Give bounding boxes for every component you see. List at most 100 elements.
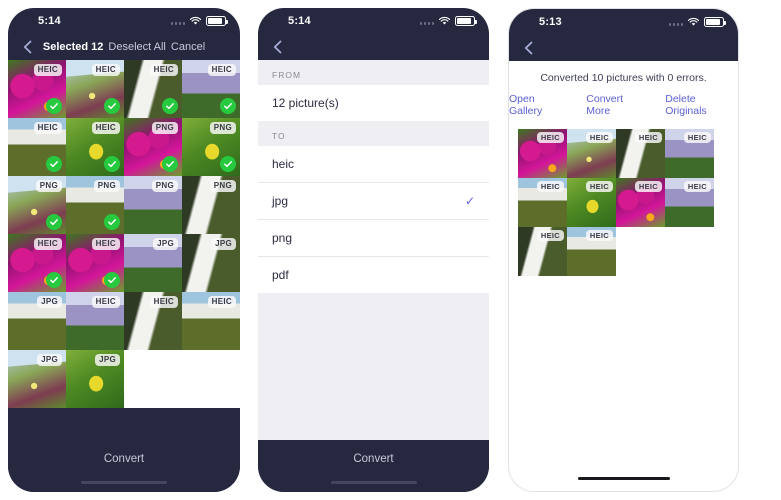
- photo-cell[interactable]: HEIC: [665, 178, 714, 227]
- status-bar-2: 5:14: [258, 8, 489, 34]
- from-value-label: 12 picture(s): [272, 96, 339, 110]
- status-indicators: [668, 17, 726, 27]
- photo-cell[interactable]: HEIC: [8, 60, 66, 118]
- action-delete-originals[interactable]: Delete Originals: [665, 93, 738, 117]
- home-indicator: [330, 480, 417, 484]
- cancel-button[interactable]: Cancel: [171, 41, 205, 53]
- photo-cell[interactable]: HEIC: [182, 60, 240, 118]
- nav-bar-1: Selected 12 Deselect All Cancel: [8, 34, 240, 60]
- photo-format-badge: HEIC: [33, 122, 62, 134]
- format-option-heic[interactable]: heic: [258, 146, 489, 183]
- nav-bar-3: [509, 35, 738, 61]
- photo-cell[interactable]: PNG: [182, 118, 240, 176]
- photo-grid-wrap-1: HEIC HEIC HEIC HEIC HEIC HEIC PNG PNG PNG PNG PNG P…: [8, 60, 240, 408]
- photo-format-badge: JPG: [37, 354, 62, 366]
- photo-cell[interactable]: HEIC: [66, 234, 124, 292]
- battery-icon: [206, 16, 228, 26]
- chevron-left-icon[interactable]: [270, 39, 286, 55]
- photo-format-badge: HEIC: [536, 181, 564, 193]
- battery-icon: [704, 17, 726, 27]
- convert-button[interactable]: Convert: [104, 453, 144, 465]
- photo-cell[interactable]: HEIC: [124, 60, 182, 118]
- wifi-icon: [189, 16, 202, 25]
- photo-cell[interactable]: HEIC: [567, 227, 616, 276]
- photo-cell[interactable]: HEIC: [665, 129, 714, 178]
- photo-format-badge: PNG: [209, 122, 236, 134]
- photo-cell[interactable]: HEIC: [8, 234, 66, 292]
- home-indicator: [81, 480, 167, 484]
- photo-format-badge: HEIC: [91, 122, 120, 134]
- phone-screen-format-picker: 5:14 FROM 12 picture(s) TO heic jpg ✓ pn…: [258, 8, 489, 492]
- photo-cell[interactable]: PNG: [66, 176, 124, 234]
- photo-cell[interactable]: HEIC: [182, 292, 240, 350]
- photo-cell[interactable]: JPG: [8, 292, 66, 350]
- photo-format-badge: HEIC: [33, 238, 62, 250]
- photo-format-badge: JPG: [211, 238, 236, 250]
- photo-format-badge: HEIC: [149, 296, 178, 308]
- format-option-pdf[interactable]: pdf: [258, 257, 489, 293]
- format-list: FROM 12 picture(s) TO heic jpg ✓ png pdf: [258, 60, 489, 440]
- photo-cell[interactable]: HEIC: [518, 178, 567, 227]
- photo-cell[interactable]: PNG: [124, 118, 182, 176]
- photo-cell[interactable]: HEIC: [567, 178, 616, 227]
- format-option-label: png: [272, 231, 293, 245]
- to-section-header: TO: [258, 121, 489, 146]
- selected-check-icon: [162, 98, 178, 114]
- home-indicator: [577, 476, 670, 480]
- photo-cell[interactable]: HEIC: [8, 118, 66, 176]
- photo-cell[interactable]: HEIC: [66, 118, 124, 176]
- photo-cell[interactable]: HEIC: [518, 227, 567, 276]
- photo-cell[interactable]: PNG: [182, 176, 240, 234]
- battery-icon: [455, 16, 477, 26]
- photo-format-badge: JPG: [153, 238, 178, 250]
- status-bar-1: 5:14: [8, 8, 240, 34]
- result-actions: Open Gallery Convert More Delete Originals: [509, 93, 738, 117]
- photo-format-badge: HEIC: [585, 181, 613, 193]
- status-time: 5:14: [288, 15, 311, 27]
- selected-check-icon: [220, 156, 236, 172]
- photo-cell[interactable]: HEIC: [616, 178, 665, 227]
- photo-format-badge: HEIC: [634, 132, 662, 144]
- action-open-gallery[interactable]: Open Gallery: [509, 93, 569, 117]
- wifi-icon: [687, 17, 700, 26]
- photo-format-badge: HEIC: [536, 230, 564, 242]
- photo-cell[interactable]: JPG: [124, 234, 182, 292]
- convert-button[interactable]: Convert: [353, 453, 393, 465]
- selected-count-label: Selected 12: [42, 41, 104, 53]
- photo-cell[interactable]: HEIC: [616, 129, 665, 178]
- photo-format-badge: HEIC: [683, 181, 711, 193]
- photo-cell[interactable]: JPG: [66, 350, 124, 408]
- deselect-all-button[interactable]: Deselect All: [108, 41, 165, 53]
- format-option-jpg[interactable]: jpg ✓: [258, 183, 489, 220]
- format-option-label: jpg: [272, 194, 289, 208]
- photo-cell[interactable]: PNG: [124, 176, 182, 234]
- phone-screen-selection: 5:14 Selected 12 Deselect All Cancel HEIC H…: [8, 8, 240, 492]
- selected-check-icon: [104, 214, 120, 230]
- nav-title-group-1: Selected 12 Deselect All Cancel: [8, 41, 240, 53]
- photo-cell[interactable]: HEIC: [518, 129, 567, 178]
- result-message: Converted 10 pictures with 0 errors.: [540, 72, 707, 84]
- photo-cell[interactable]: HEIC: [66, 292, 124, 350]
- signal-dots-icon: [419, 18, 434, 25]
- status-indicators: [419, 16, 477, 26]
- photo-format-badge: HEIC: [91, 238, 120, 250]
- from-group: 12 picture(s): [258, 85, 489, 121]
- photo-format-badge: PNG: [93, 180, 120, 192]
- photo-cell[interactable]: HEIC: [567, 129, 616, 178]
- photo-cell[interactable]: JPG: [8, 350, 66, 408]
- format-option-png[interactable]: png: [258, 220, 489, 257]
- selected-check-icon: ✓: [464, 194, 475, 208]
- action-convert-more[interactable]: Convert More: [586, 93, 648, 117]
- result-panel: Converted 10 pictures with 0 errors. Ope…: [509, 61, 738, 276]
- photo-format-badge: JPG: [95, 354, 120, 366]
- photo-cell[interactable]: HEIC: [124, 292, 182, 350]
- photo-cell[interactable]: HEIC: [66, 60, 124, 118]
- format-option-label: heic: [272, 157, 295, 171]
- selected-check-icon: [104, 98, 120, 114]
- chevron-left-icon[interactable]: [521, 40, 537, 56]
- photo-cell[interactable]: JPG: [182, 234, 240, 292]
- selected-check-icon: [46, 98, 62, 114]
- photo-cell[interactable]: PNG: [8, 176, 66, 234]
- from-value-row[interactable]: 12 picture(s): [258, 85, 489, 121]
- selected-check-icon: [46, 214, 62, 230]
